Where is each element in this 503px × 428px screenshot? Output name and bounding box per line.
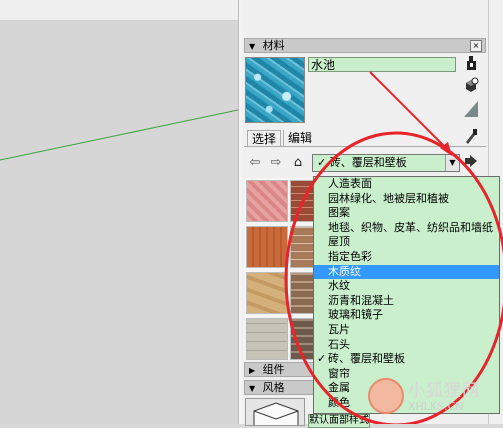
library-select-check: ✓ — [317, 156, 327, 169]
site-watermark: 小狐狸网 XHLKS.CN — [368, 372, 503, 424]
sample-paint-eyedropper-icon[interactable] — [462, 128, 480, 146]
material-name-field[interactable]: 水池 — [308, 57, 456, 72]
dropdown-option[interactable]: 石头 — [314, 338, 499, 353]
library-select[interactable]: ✓ 砖、覆层和壁板 ▼ — [312, 154, 460, 172]
viewport-3d[interactable] — [0, 0, 238, 424]
dropdown-option[interactable]: 瓦片 — [314, 323, 499, 338]
tab-divider — [244, 146, 486, 147]
forward-arrow-icon[interactable]: ⇨ — [268, 155, 284, 171]
tab-edit[interactable]: 编辑 — [283, 130, 316, 146]
dropdown-option[interactable]: 玻璃和镜子 — [314, 308, 499, 323]
style-name-field[interactable]: 默认面部样式 — [308, 414, 370, 428]
dropdown-option[interactable]: 屋顶 — [314, 235, 499, 250]
dropdown-option-highlighted[interactable]: 木质纹 — [314, 264, 499, 280]
dropdown-option[interactable]: 地毯、织物、皮革、纺织品和墙纸 — [314, 221, 499, 236]
material-thumbnail[interactable] — [246, 272, 288, 314]
dropdown-option[interactable]: 人造表面 — [314, 177, 499, 192]
materials-panel-header[interactable]: ▼ 材料 × — [244, 38, 486, 53]
check-icon: ✓ — [317, 352, 327, 366]
fox-logo-icon — [368, 378, 404, 414]
library-select-value: 砖、覆层和壁板 — [329, 156, 407, 169]
display-secondary-selection-icon[interactable] — [462, 55, 480, 73]
dropdown-option[interactable]: 图案 — [314, 206, 499, 221]
dropdown-option[interactable]: 指定色彩 — [314, 250, 499, 265]
details-arrow-icon[interactable] — [462, 153, 480, 171]
collapse-triangle-icon: ▼ — [249, 42, 256, 51]
watermark-title: 小狐狸网 — [408, 381, 480, 401]
dropdown-option[interactable]: 园林绿化、地被层和植被 — [314, 192, 499, 207]
back-arrow-icon[interactable]: ⇦ — [247, 155, 263, 171]
materials-panel-title: 材料 — [262, 39, 285, 52]
material-thumbnail[interactable] — [246, 180, 288, 222]
tab-select[interactable]: 选择 — [247, 130, 282, 147]
material-thumbnail[interactable] — [246, 226, 288, 268]
dropdown-option-checked[interactable]: ✓ 砖、覆层和壁板 — [314, 352, 499, 367]
default-material-icon[interactable] — [462, 100, 480, 118]
viewport-ground — [0, 109, 238, 161]
chevron-down-icon[interactable]: ▼ — [445, 155, 459, 171]
components-panel-title: 组件 — [262, 363, 285, 376]
expand-triangle-icon: ▶ — [249, 366, 256, 375]
material-preview-swatch — [245, 57, 305, 123]
dropdown-option[interactable]: 水纹 — [314, 279, 499, 294]
dropdown-option[interactable]: 沥青和混凝土 — [314, 294, 499, 309]
green-axis-line — [0, 109, 238, 161]
styles-panel-title: 风格 — [262, 381, 285, 394]
close-icon[interactable]: × — [470, 40, 482, 52]
material-thumbnail[interactable] — [246, 318, 288, 360]
home-icon[interactable]: ⌂ — [290, 155, 306, 171]
collapse-triangle-icon: ▼ — [249, 384, 256, 393]
create-material-icon[interactable] — [462, 77, 480, 95]
style-preview-thumbnail — [245, 398, 305, 426]
watermark-url: XHLKS.CN — [408, 400, 464, 413]
